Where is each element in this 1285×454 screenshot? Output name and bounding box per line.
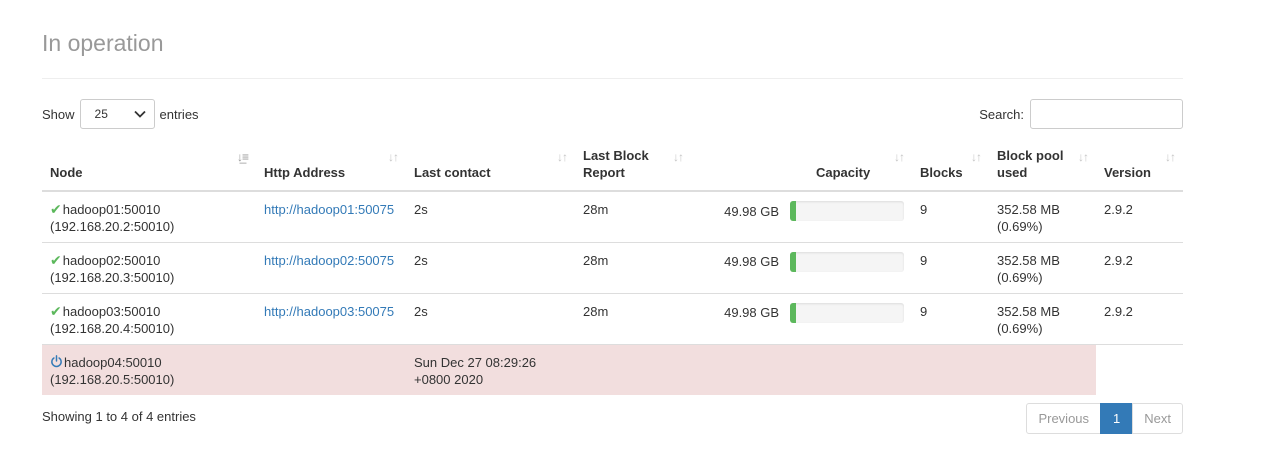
page-length-value: 25 xyxy=(94,107,108,121)
table-header-row: Node ↓̲≡ Http Address ↓↑ Last contact ↓↑ La… xyxy=(42,140,1183,192)
next-page-button[interactable]: Next xyxy=(1132,403,1183,434)
block-pool-used-cell: 352.58 MB (0.69%) xyxy=(989,241,1096,293)
col-header-http-address[interactable]: Http Address ↓↑ xyxy=(256,140,406,192)
sort-icon: ↓↑ xyxy=(971,150,982,164)
node-cell: ✔hadoop03:50010 (192.168.20.4:50010) xyxy=(42,292,256,344)
node-cell: ✔hadoop02:50010 (192.168.20.3:50010) xyxy=(42,241,256,293)
check-icon: ✔ xyxy=(50,201,62,217)
page-length-control: Show 25 entries xyxy=(42,99,199,129)
sort-icon: ↓↑ xyxy=(388,150,399,164)
col-header-last-block-report[interactable]: Last Block Report ↓↑ xyxy=(575,140,691,192)
page-1-button[interactable]: 1 xyxy=(1100,403,1134,434)
version-cell: 2.9.2 xyxy=(1096,292,1183,344)
sort-icon: ↓↑ xyxy=(1165,150,1176,164)
show-label: Show xyxy=(42,106,75,122)
capacity-bar xyxy=(790,201,904,221)
table-row: ✔hadoop01:50010 (192.168.20.2:50010) http… xyxy=(42,190,1183,242)
last-contact-cell: Sun Dec 27 08:29:26 +0800 2020 xyxy=(406,343,575,395)
capacity-cell: 49.98 GB xyxy=(691,241,912,293)
last-block-report-cell: 28m xyxy=(575,241,691,293)
title-divider xyxy=(42,78,1183,79)
search-input[interactable] xyxy=(1030,99,1183,129)
last-contact-cell: 2s xyxy=(406,241,575,293)
blocks-cell: 9 xyxy=(912,292,989,344)
http-address-link[interactable]: http://hadoop01:50075 xyxy=(264,202,394,217)
table-row-dead: hadoop04:50010 (192.168.20.5:50010) Sun D… xyxy=(42,343,1183,395)
block-pool-used-cell: 352.58 MB (0.69%) xyxy=(989,292,1096,344)
http-address-link[interactable]: http://hadoop03:50075 xyxy=(264,304,394,319)
blocks-cell: 9 xyxy=(912,241,989,293)
table-row: ✔hadoop03:50010 (192.168.20.4:50010) http… xyxy=(42,292,1183,344)
col-header-last-contact[interactable]: Last contact ↓↑ xyxy=(406,140,575,192)
check-icon: ✔ xyxy=(50,302,62,319)
sort-icon: ↓↑ xyxy=(894,150,905,164)
sort-asc-icon: ↓̲≡ xyxy=(236,150,249,164)
capacity-cell: 49.98 GB xyxy=(691,292,912,344)
block-pool-used-cell: 352.58 MB (0.69%) xyxy=(989,190,1096,242)
table-info: Showing 1 to 4 of 4 entries xyxy=(42,409,196,424)
http-address-link[interactable]: http://hadoop02:50075 xyxy=(264,253,394,268)
sort-icon: ↓↑ xyxy=(1078,150,1089,164)
blocks-cell: 9 xyxy=(912,190,989,242)
power-icon xyxy=(51,354,62,367)
chevron-down-icon xyxy=(133,110,146,118)
last-block-report-cell: 28m xyxy=(575,292,691,344)
pagination: Previous 1 Next xyxy=(1026,403,1183,434)
node-cell: ✔hadoop01:50010 (192.168.20.2:50010) xyxy=(42,190,256,242)
last-block-report-cell: 28m xyxy=(575,190,691,242)
page-title: In operation xyxy=(42,30,164,56)
version-cell: 2.9.2 xyxy=(1096,190,1183,242)
version-cell: 2.9.2 xyxy=(1096,241,1183,293)
search-control: Search: xyxy=(979,99,1183,129)
capacity-cell: 49.98 GB xyxy=(691,190,912,242)
col-header-blocks[interactable]: Blocks ↓↑ xyxy=(912,140,989,192)
previous-page-button[interactable]: Previous xyxy=(1026,403,1102,434)
search-label: Search: xyxy=(979,106,1024,122)
sort-icon: ↓↑ xyxy=(557,150,568,164)
col-header-block-pool-used[interactable]: Block pool used ↓↑ xyxy=(989,140,1096,192)
check-icon: ✔ xyxy=(50,251,62,268)
last-contact-cell: 2s xyxy=(406,190,575,242)
col-header-capacity[interactable]: Capacity ↓↑ xyxy=(691,140,912,192)
datanode-table: Node ↓̲≡ Http Address ↓↑ Last contact ↓↑ La… xyxy=(42,140,1183,395)
sort-icon: ↓↑ xyxy=(673,150,684,164)
capacity-bar xyxy=(790,251,904,272)
col-header-node[interactable]: Node ↓̲≡ xyxy=(42,140,256,192)
entries-label: entries xyxy=(159,106,199,122)
node-cell: hadoop04:50010 (192.168.20.5:50010) xyxy=(42,343,256,395)
col-header-version[interactable]: Version ↓↑ xyxy=(1096,140,1183,192)
capacity-bar xyxy=(790,302,904,323)
page-length-select[interactable]: 25 xyxy=(79,99,155,129)
table-row: ✔hadoop02:50010 (192.168.20.3:50010) http… xyxy=(42,241,1183,293)
last-contact-cell: 2s xyxy=(406,292,575,344)
